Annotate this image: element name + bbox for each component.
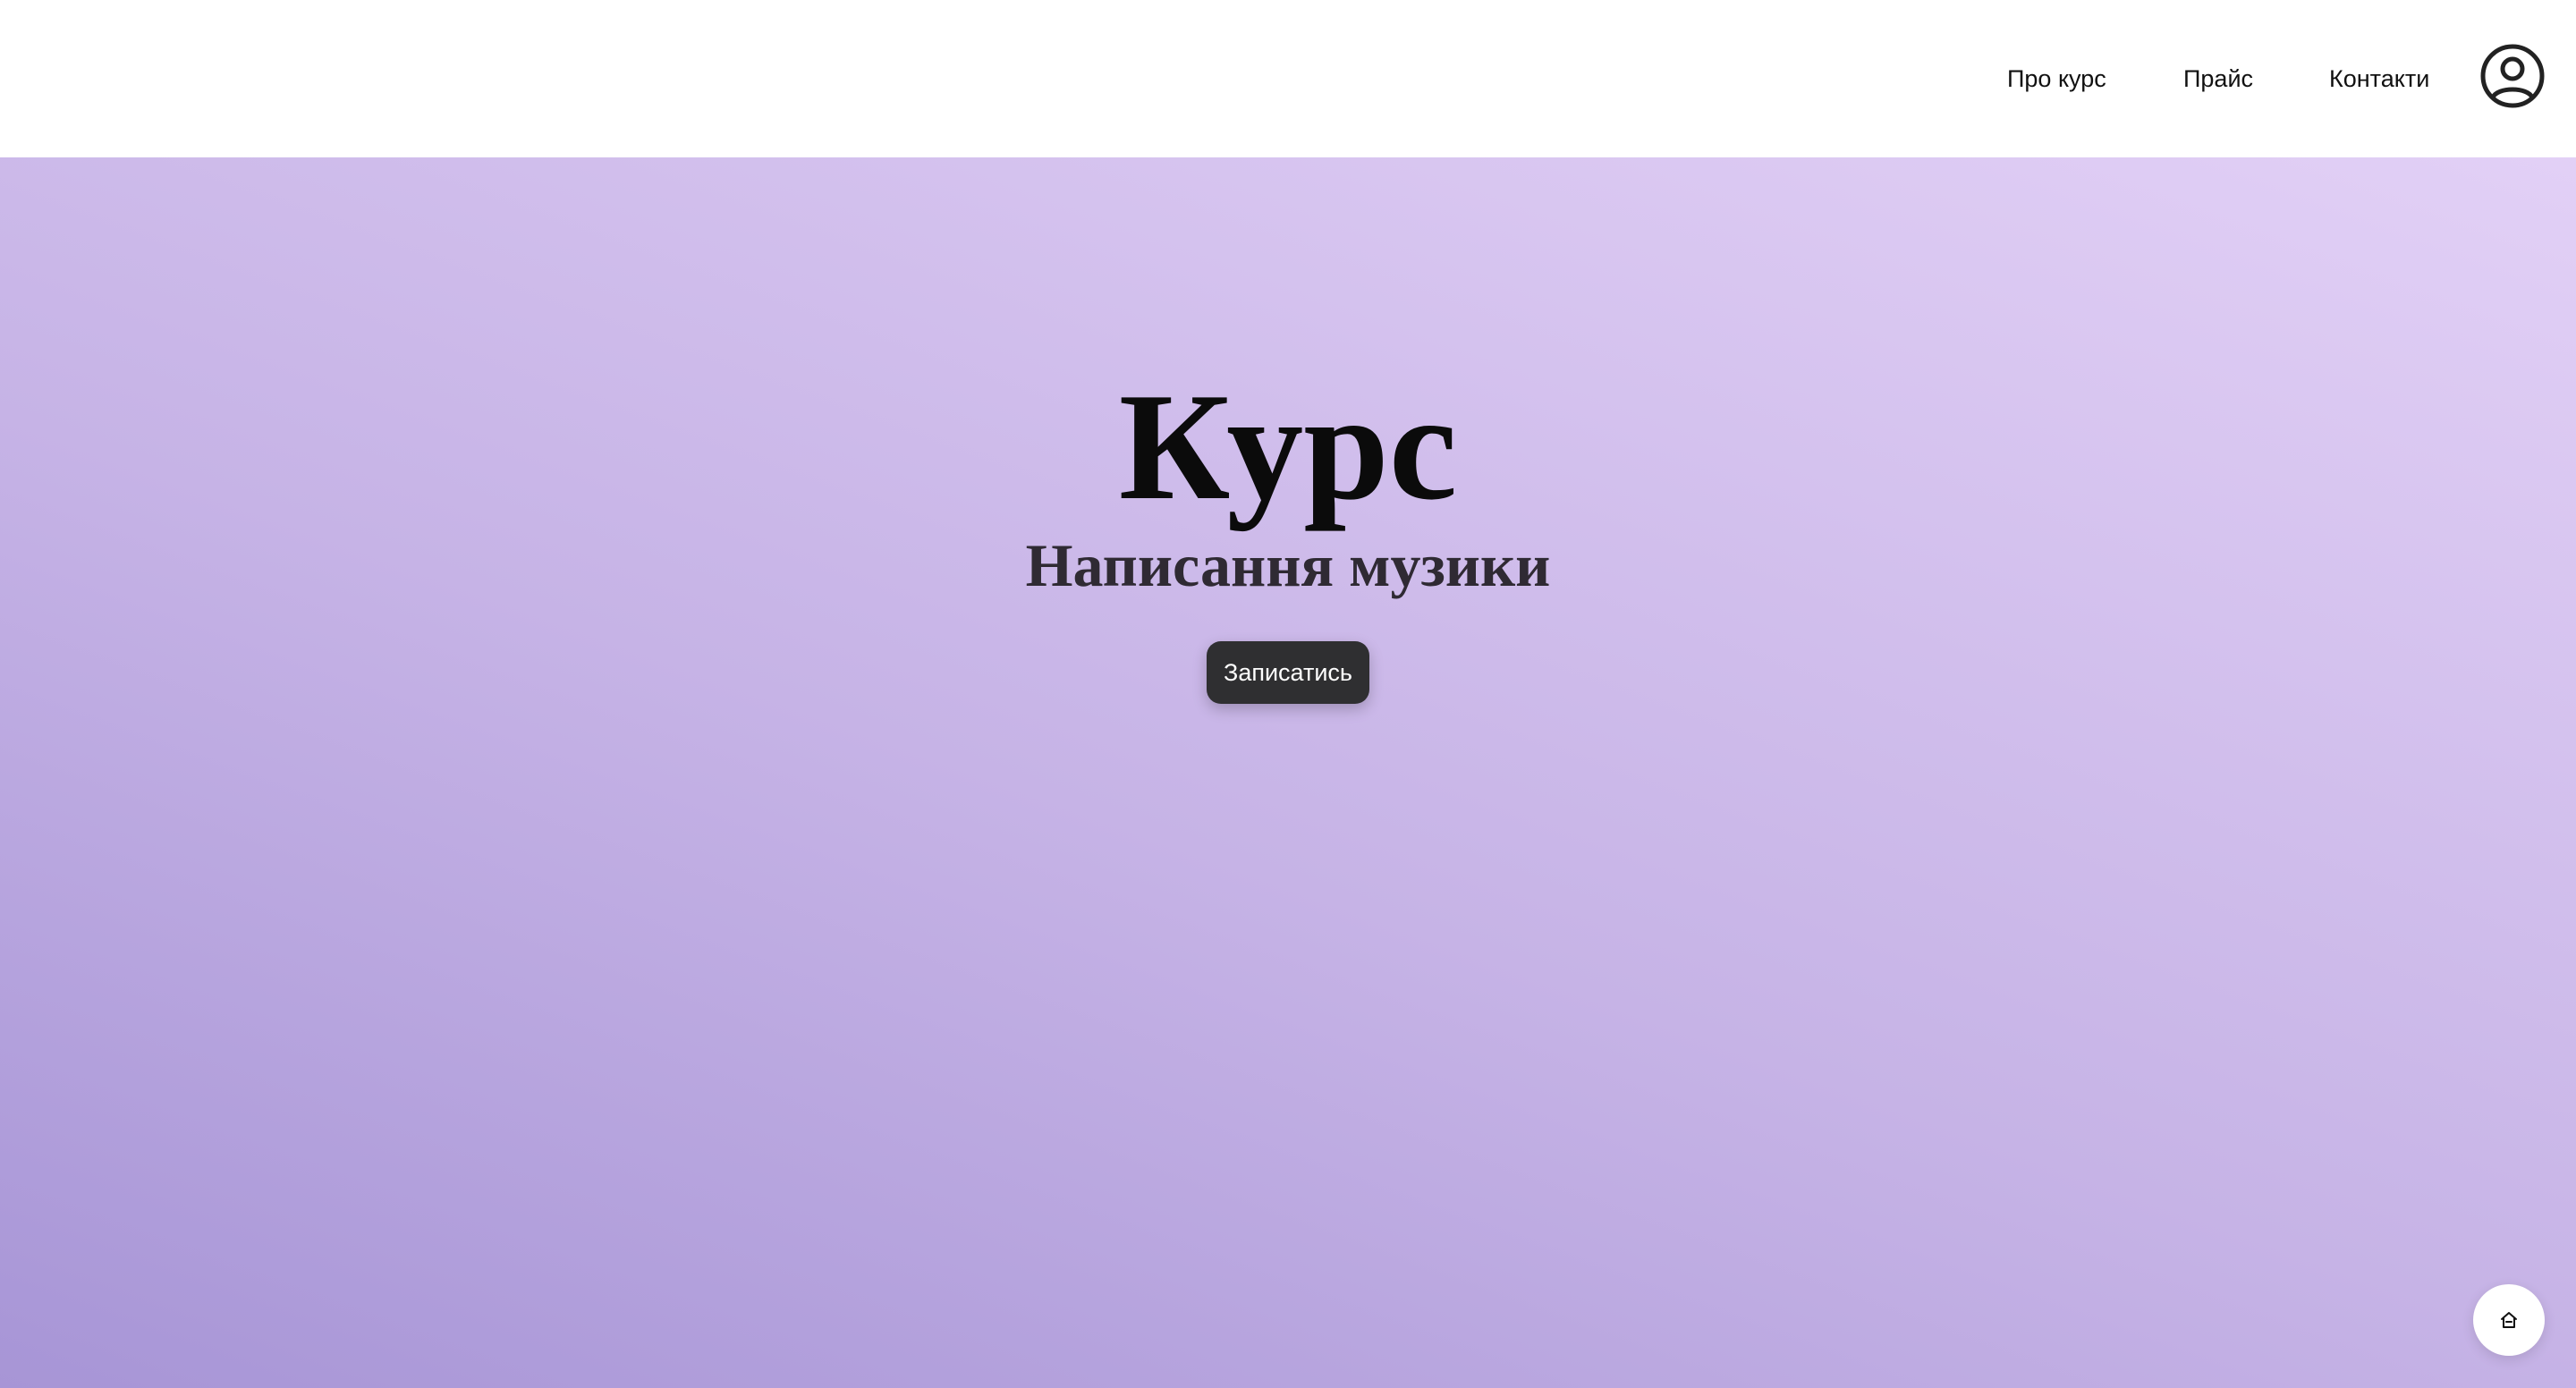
hero-section (0, 157, 2576, 1388)
home-icon (2501, 1312, 2517, 1328)
signup-button[interactable]: Записатись (1207, 641, 1369, 704)
page: Про курс Прайс Контакти Курс Написання м… (0, 0, 2576, 1388)
nav-link-about-course[interactable]: Про курс (2007, 0, 2106, 157)
site-header: Про курс Прайс Контакти (0, 0, 2576, 157)
hero-subtitle: Написання музики (1025, 531, 1551, 599)
home-button[interactable] (2473, 1284, 2545, 1356)
nav-link-price[interactable]: Прайс (2183, 0, 2253, 157)
user-circle-icon[interactable] (2479, 43, 2546, 109)
nav-link-contacts[interactable]: Контакти (2329, 0, 2429, 157)
hero-title: Курс (1118, 362, 1458, 532)
